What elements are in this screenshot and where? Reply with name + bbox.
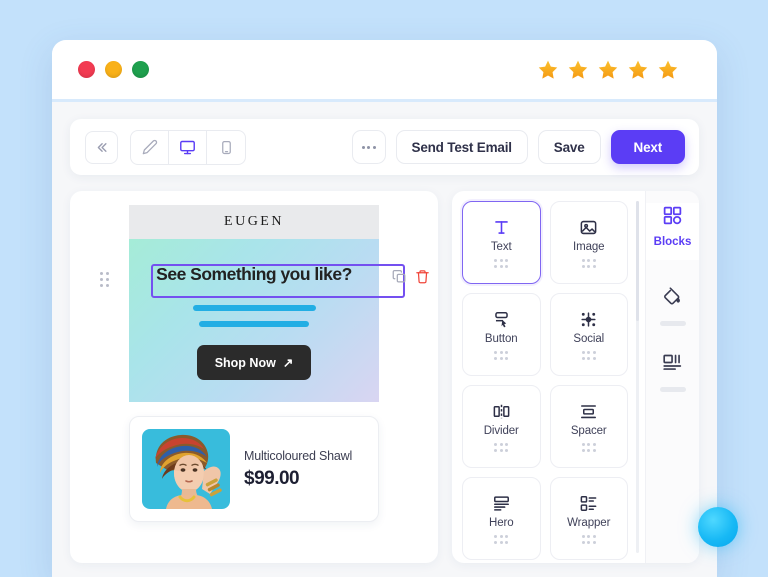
rating-stars xyxy=(537,59,693,81)
block-item-label: Image xyxy=(573,241,605,254)
spacer-icon xyxy=(579,401,598,421)
block-item-divider[interactable]: Divider xyxy=(462,385,541,468)
product-price: $99.00 xyxy=(244,467,300,489)
maximize-window-button[interactable] xyxy=(132,61,149,78)
wrapper-icon xyxy=(579,493,598,513)
hero-icon xyxy=(492,493,511,513)
divider-icon xyxy=(492,401,511,421)
rail-item-blocks-label: Blocks xyxy=(653,236,692,248)
drag-handle-icon[interactable] xyxy=(100,272,109,287)
block-grip-icon[interactable] xyxy=(581,535,596,544)
trash-icon[interactable] xyxy=(415,269,430,289)
star-icon xyxy=(597,59,619,81)
next-button[interactable]: Next xyxy=(610,130,685,164)
block-grip-icon[interactable] xyxy=(494,259,509,268)
rail-label-placeholder xyxy=(659,387,686,392)
rail-item-theme[interactable] xyxy=(662,286,683,312)
rail-item-blocks[interactable]: Blocks xyxy=(653,205,692,248)
right-rail: Blocks xyxy=(645,191,699,563)
block-grip-icon[interactable] xyxy=(494,443,509,452)
block-item-label: Social xyxy=(573,333,605,346)
grid-icon xyxy=(662,205,683,231)
arrow-up-right-icon: ↗ xyxy=(282,356,294,370)
chat-bubble-button[interactable] xyxy=(698,507,738,547)
block-grip-icon[interactable] xyxy=(581,259,596,268)
block-item-label: Wrapper xyxy=(567,517,611,530)
block-item-image[interactable]: Image xyxy=(549,201,628,284)
star-icon xyxy=(657,59,679,81)
shop-now-button[interactable]: Shop Now ↗ xyxy=(196,345,312,380)
dot xyxy=(361,145,365,149)
block-grip-icon[interactable] xyxy=(494,535,509,544)
window-titlebar xyxy=(52,40,717,99)
mobile-preview-button[interactable] xyxy=(207,131,245,164)
button-icon xyxy=(492,309,511,329)
block-item-hero[interactable]: Hero xyxy=(462,477,541,560)
brand-logo: EUGEN xyxy=(224,214,284,229)
blocks-panel: Text Image Button Social Divider Spacer … xyxy=(452,191,699,563)
block-grip-icon[interactable] xyxy=(581,443,596,452)
desktop-preview-button[interactable] xyxy=(169,130,207,164)
panel-scrollbar-thumb[interactable] xyxy=(636,201,639,321)
block-grip-icon[interactable] xyxy=(494,351,509,360)
block-grip-icon[interactable] xyxy=(581,351,596,360)
duplicate-icon[interactable] xyxy=(392,269,407,289)
send-test-email-button[interactable]: Send Test Email xyxy=(395,130,528,164)
more-options-button[interactable] xyxy=(351,130,386,164)
block-item-button[interactable]: Button xyxy=(462,293,541,376)
device-preview-switch xyxy=(130,129,246,165)
text-placeholder-line xyxy=(199,321,309,327)
block-item-spacer[interactable]: Spacer xyxy=(549,385,628,468)
rail-label-placeholder xyxy=(659,321,686,326)
block-item-social[interactable]: Social xyxy=(549,293,628,376)
email-header-block[interactable]: EUGEN xyxy=(129,205,379,239)
star-icon xyxy=(627,59,649,81)
block-item-label: Spacer xyxy=(570,425,607,438)
hero-headline[interactable]: See Something you like? xyxy=(129,257,379,291)
email-canvas[interactable]: EUGEN See Something you like? Shop Now ↗ xyxy=(70,191,438,563)
block-item-label: Divider xyxy=(483,425,519,438)
edit-mode-button[interactable] xyxy=(131,130,169,164)
save-button[interactable]: Save xyxy=(537,130,601,164)
page-root: Send Test Email Save Next EUGEN See Some… xyxy=(0,0,768,577)
block-item-label: Text xyxy=(490,241,512,254)
browser-window: Send Test Email Save Next EUGEN See Some… xyxy=(52,40,717,577)
panel-scrollbar[interactable] xyxy=(636,201,639,553)
block-item-text[interactable]: Text xyxy=(462,201,541,284)
social-icon xyxy=(579,309,598,329)
text-placeholder-line xyxy=(192,305,316,311)
email-template: EUGEN See Something you like? Shop Now ↗ xyxy=(100,205,429,522)
close-window-button[interactable] xyxy=(78,61,95,78)
product-card-block[interactable]: Multicoloured Shawl $99.00 xyxy=(129,416,379,522)
block-actions xyxy=(392,269,430,289)
collapse-panel-button[interactable] xyxy=(85,130,118,164)
traffic-lights xyxy=(78,61,149,78)
shop-now-label: Shop Now xyxy=(214,355,276,370)
toolbar-actions: Send Test Email Save Next xyxy=(351,130,685,164)
image-icon xyxy=(579,217,598,237)
rail-item-layout[interactable] xyxy=(662,352,683,378)
text-icon xyxy=(492,217,511,237)
rail-blocks-section: Blocks xyxy=(645,203,699,260)
block-item-wrapper[interactable]: Wrapper xyxy=(549,477,628,560)
dot xyxy=(372,145,376,149)
block-item-label: Hero xyxy=(488,517,514,530)
star-icon xyxy=(537,59,559,81)
star-icon xyxy=(567,59,589,81)
workspace: EUGEN See Something you like? Shop Now ↗ xyxy=(70,191,699,563)
window-body: Send Test Email Save Next EUGEN See Some… xyxy=(52,102,717,577)
blocks-grid: Text Image Button Social Divider Spacer … xyxy=(452,191,636,563)
minimize-window-button[interactable] xyxy=(105,61,122,78)
dot xyxy=(367,145,371,149)
block-item-label: Button xyxy=(484,333,518,346)
product-image xyxy=(142,429,230,509)
product-info: Multicoloured Shawl $99.00 xyxy=(244,449,352,490)
editor-toolbar: Send Test Email Save Next xyxy=(70,119,699,175)
product-name: Multicoloured Shawl xyxy=(244,448,353,463)
hero-block[interactable]: See Something you like? Shop Now ↗ xyxy=(129,239,379,402)
